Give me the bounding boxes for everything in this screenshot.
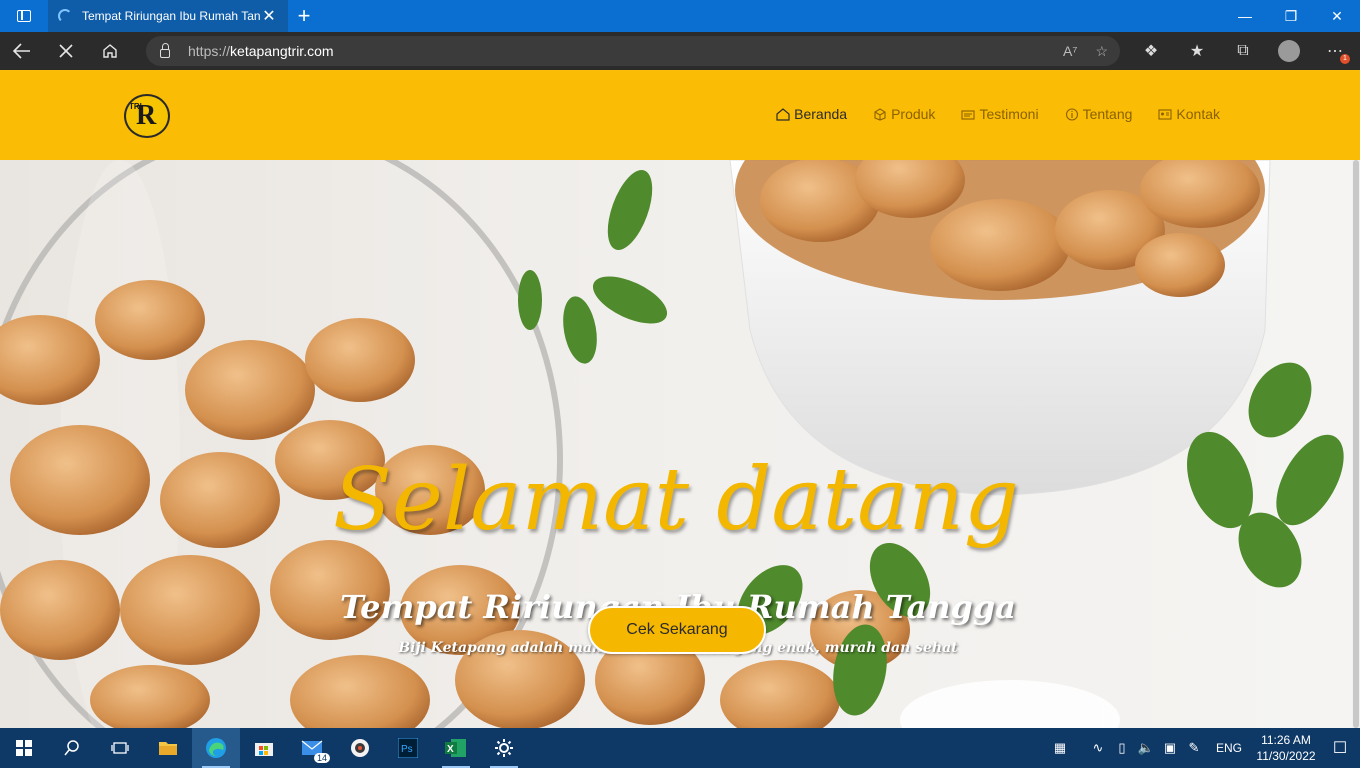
battery-icon[interactable]: ▯: [1110, 740, 1134, 756]
nav-label: Produk: [891, 106, 936, 122]
excel-icon: X: [445, 739, 466, 757]
clock-date: 11/30/2022: [1256, 749, 1316, 763]
system-tray: ▦ ∿ ▯ 🔈 ▣ ✎ ENG 11:26 AM 11/30/2022 ☐: [1048, 728, 1360, 768]
collections-icon[interactable]: ⧉: [1220, 32, 1266, 70]
hero-banner: Selamat datang Tempat Ririungan Ibu Ruma…: [0, 160, 1352, 728]
display-icon[interactable]: ▣: [1158, 740, 1182, 756]
extensions-icon[interactable]: ❖: [1128, 32, 1174, 70]
folder-icon: [159, 742, 177, 755]
cek-sekarang-button[interactable]: Cek Sekarang: [588, 606, 766, 654]
card-icon: [961, 109, 975, 120]
volume-icon[interactable]: 🔈: [1134, 740, 1158, 756]
tab-actions-icon[interactable]: [0, 0, 48, 32]
edge-taskbar-button[interactable]: [192, 728, 240, 768]
nav-testimoni[interactable]: Testimoni: [961, 106, 1039, 122]
nav-beranda[interactable]: Beranda: [776, 106, 847, 122]
add-favorite-icon[interactable]: ☆: [1095, 43, 1108, 60]
main-nav: Beranda Produk Testimoni Tentang Kontak: [776, 106, 1220, 122]
page-scrollbar[interactable]: [1352, 160, 1360, 728]
avatar: [1278, 40, 1300, 62]
task-view-icon: [111, 742, 129, 754]
browser-title-bar: Tempat Ririungan Ibu Rumah Tan ✕ + — ❐ ✕: [0, 0, 1360, 32]
mail-count-badge: 14: [313, 753, 330, 763]
store-icon: [255, 743, 273, 756]
mail-button[interactable]: 14: [288, 728, 336, 768]
contact-icon: [1158, 108, 1172, 120]
excel-button[interactable]: X: [432, 728, 480, 768]
restore-button[interactable]: ❐: [1268, 0, 1314, 32]
gear-icon: [495, 739, 513, 757]
info-icon: [1065, 107, 1078, 121]
browser-toolbar: https://ketapangtrir.com A⁷ ☆ ❖ ★ ⧉ ⋯ 1: [0, 32, 1360, 70]
new-tab-button[interactable]: +: [288, 0, 320, 32]
close-window-button[interactable]: ✕: [1314, 0, 1360, 32]
windows-logo-icon: [16, 740, 32, 756]
notification-center-icon[interactable]: ☐: [1320, 738, 1360, 758]
nav-label: Testimoni: [979, 106, 1039, 122]
tab-title: Tempat Ririungan Ibu Rumah Tan: [82, 9, 260, 23]
nav-label: Tentang: [1082, 106, 1133, 122]
tab-close-button[interactable]: ✕: [260, 6, 278, 26]
file-explorer-button[interactable]: [144, 728, 192, 768]
lock-icon: [160, 42, 170, 58]
loading-spinner-icon: [58, 9, 72, 23]
site-logo[interactable]: TRI R: [124, 94, 170, 138]
start-button[interactable]: [0, 728, 48, 768]
media-player-button[interactable]: [336, 728, 384, 768]
clock[interactable]: 11:26 AM 11/30/2022: [1252, 732, 1320, 764]
pen-icon[interactable]: ✎: [1182, 740, 1206, 756]
favorites-icon[interactable]: ★: [1174, 32, 1220, 70]
photoshop-button[interactable]: Ps: [384, 728, 432, 768]
stop-loading-button[interactable]: [44, 32, 88, 70]
news-widget-icon[interactable]: ▦: [1048, 740, 1072, 756]
clock-time: 11:26 AM: [1261, 733, 1311, 747]
nav-label: Kontak: [1176, 106, 1220, 122]
browser-tab[interactable]: Tempat Ririungan Ibu Rumah Tan ✕: [48, 0, 288, 32]
minimize-button[interactable]: —: [1222, 0, 1268, 32]
photoshop-icon: Ps: [398, 738, 418, 758]
nav-kontak[interactable]: Kontak: [1158, 106, 1220, 122]
profile-button[interactable]: [1266, 32, 1312, 70]
home-button[interactable]: [88, 32, 132, 70]
edge-icon: [206, 738, 226, 758]
scrollbar-thumb[interactable]: [1353, 160, 1359, 728]
media-player-icon: [351, 739, 369, 757]
home-icon: [776, 107, 790, 121]
language-indicator[interactable]: ENG: [1216, 741, 1242, 755]
search-button[interactable]: [48, 728, 96, 768]
search-icon: [64, 740, 79, 756]
nav-label: Beranda: [794, 106, 848, 122]
settings-button[interactable]: [480, 728, 528, 768]
windows-taskbar: 14 Ps X ▦ ∿ ▯ 🔈 ▣ ✎ ENG 11:26 AM 11/30/2…: [0, 728, 1360, 768]
store-button[interactable]: [240, 728, 288, 768]
svg-text:X: X: [447, 744, 454, 755]
site-header: TRI R Beranda Produk Testimoni Tentang K…: [0, 70, 1360, 160]
wifi-icon[interactable]: ∿: [1086, 740, 1110, 756]
stop-icon: [59, 44, 73, 58]
home-icon: [103, 44, 117, 58]
box-icon: [874, 107, 886, 121]
svg-text:Ps: Ps: [401, 744, 413, 755]
address-bar[interactable]: https://ketapangtrir.com A⁷ ☆: [146, 36, 1120, 66]
web-page: TRI R Beranda Produk Testimoni Tentang K…: [0, 70, 1360, 728]
logo-letter: R: [136, 100, 157, 131]
task-view-button[interactable]: [96, 728, 144, 768]
nav-tentang[interactable]: Tentang: [1065, 106, 1133, 122]
read-aloud-icon[interactable]: A⁷: [1063, 43, 1077, 59]
back-arrow-icon: [13, 43, 30, 59]
back-button[interactable]: [0, 32, 44, 70]
nav-produk[interactable]: Produk: [873, 106, 935, 122]
hero-title: Selamat datang: [333, 450, 1019, 550]
settings-menu-button[interactable]: ⋯ 1: [1312, 32, 1358, 70]
notification-badge: 1: [1340, 54, 1350, 64]
url-text[interactable]: https://ketapangtrir.com: [188, 43, 334, 59]
